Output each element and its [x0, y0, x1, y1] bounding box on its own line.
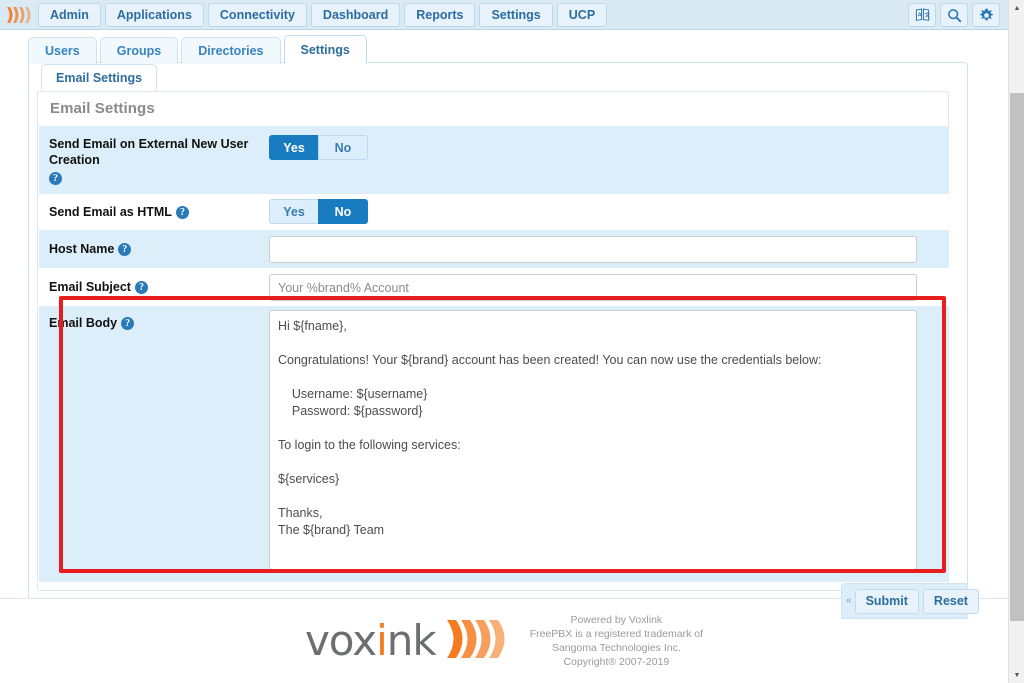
nav-item-ucp[interactable]: UCP — [556, 2, 608, 27]
help-circle-icon[interactable]: ? — [134, 281, 148, 294]
form-row-email-subject: Email Subject? — [39, 268, 949, 306]
form-row-send-email-html: Send Email as HTML? Yes No — [39, 194, 949, 230]
app-screen: Admin Applications Connectivity Dashboar… — [0, 0, 1024, 683]
email-settings-form: Send Email on External New User Creation… — [39, 126, 949, 582]
footer-logo-suffix: nk — [386, 616, 437, 665]
footer-credits: Powered by Voxlink FreePBX is a register… — [530, 613, 703, 669]
help-circle-icon[interactable]: ? — [118, 243, 132, 256]
page-body: Users Groups Directories Settings Email … — [0, 31, 1008, 619]
tab-settings[interactable]: Settings — [283, 35, 367, 64]
footer-logo-prefix: vox — [304, 616, 377, 665]
nav-item-applications[interactable]: Applications — [104, 2, 204, 27]
email-body-textarea[interactable]: Hi ${fname}, Congratulations! Your ${bra… — [269, 310, 917, 570]
form-label-text: Email Body — [49, 316, 118, 330]
nav-item-label: Connectivity — [219, 7, 295, 22]
form-row-email-body: Email Body? Hi ${fname}, Congratulations… — [39, 306, 949, 582]
form-label-text: Email Subject — [49, 280, 131, 294]
svg-text:文: 文 — [924, 11, 930, 19]
email-settings-panel: Email Settings Send Email on External Ne… — [37, 91, 949, 591]
scroll-down-arrow-icon[interactable]: ▼ — [1009, 667, 1024, 683]
secondary-tabs: Email Settings — [41, 64, 158, 91]
gear-icon[interactable] — [972, 3, 1000, 27]
host-name-input[interactable] — [269, 236, 917, 263]
form-control: Yes No — [269, 194, 949, 229]
form-control — [269, 230, 949, 268]
toggle-option-no[interactable]: No — [318, 199, 368, 224]
form-label-text: Send Email as HTML — [49, 205, 172, 219]
toggle-send-email-html: Yes No — [269, 199, 368, 224]
voxlink-waves-icon — [444, 617, 508, 666]
footer-logo-accent: i — [376, 616, 388, 665]
nav-item-label: Admin — [50, 7, 89, 22]
help-circle-icon[interactable]: ? — [49, 172, 62, 185]
tab-label: Settings — [300, 43, 350, 57]
voxlink-waves-icon[interactable] — [4, 2, 34, 28]
vertical-scrollbar[interactable]: ▲ ▼ — [1008, 0, 1024, 683]
nav-item-settings[interactable]: Settings — [479, 2, 553, 27]
tab-users[interactable]: Users — [28, 37, 97, 64]
submit-button[interactable]: Submit — [854, 588, 919, 614]
tab-label: Email Settings — [56, 70, 143, 85]
nav-item-label: Reports — [416, 7, 464, 22]
form-label: Email Body? — [39, 306, 269, 337]
form-label: Host Name? — [39, 230, 269, 263]
footer-logo-wordmark: voxink — [305, 620, 437, 662]
toggle-option-no[interactable]: No — [318, 135, 368, 160]
footer-credit-line: Powered by Voxlink — [570, 614, 663, 626]
toggle-label: Yes — [283, 140, 305, 155]
form-control — [269, 268, 949, 306]
language-translate-icon[interactable]: A 文 — [908, 3, 936, 27]
email-subject-input[interactable] — [269, 274, 917, 301]
nav-item-reports[interactable]: Reports — [404, 2, 476, 27]
primary-tabs: Users Groups Directories Settings — [28, 34, 370, 64]
submit-button-label: Submit — [865, 594, 908, 608]
tab-label: Directories — [198, 44, 264, 58]
form-label-text: Send Email on External New User Creation — [49, 137, 249, 167]
footer-credit-line: Copyright® 2007-2019 — [563, 656, 670, 668]
toggle-label: No — [334, 204, 352, 219]
nav-item-label: UCP — [568, 7, 596, 22]
collapse-caret-icon[interactable]: « — [842, 596, 855, 606]
help-circle-icon[interactable]: ? — [121, 317, 135, 330]
help-circle-icon[interactable]: ? — [175, 206, 189, 219]
nav-item-connectivity[interactable]: Connectivity — [207, 2, 307, 27]
navbar-items: Admin Applications Connectivity Dashboar… — [38, 2, 608, 27]
nav-item-dashboard[interactable]: Dashboard — [310, 2, 401, 27]
footer-credit-line: FreePBX is a registered trademark of — [529, 628, 704, 640]
navbar-right-icons: A 文 — [908, 3, 1000, 27]
toggle-option-yes[interactable]: Yes — [269, 135, 319, 160]
form-label: Email Subject? — [39, 268, 269, 301]
tab-label: Users — [45, 44, 80, 58]
tab-label: Groups — [116, 44, 162, 58]
tab-groups[interactable]: Groups — [99, 37, 179, 64]
form-label: Send Email as HTML? — [39, 194, 269, 226]
toggle-label: Yes — [283, 204, 305, 219]
toggle-label: No — [334, 140, 352, 155]
scroll-up-arrow-icon[interactable]: ▲ — [1009, 0, 1024, 16]
toggle-send-email-external: Yes No — [269, 135, 368, 160]
page-title: Email Settings — [50, 100, 155, 117]
form-control: Hi ${fname}, Congratulations! Your ${bra… — [269, 306, 949, 575]
footer-logo: voxink — [305, 617, 508, 666]
footer-credit-line: Sangoma Technologies Inc. — [551, 642, 681, 654]
reset-button[interactable]: Reset — [922, 588, 979, 614]
form-control: Yes No — [269, 126, 949, 165]
form-row-host-name: Host Name? — [39, 230, 949, 268]
form-label: Send Email on External New User Creation… — [39, 126, 269, 191]
top-navbar: Admin Applications Connectivity Dashboar… — [0, 0, 1008, 30]
scrollbar-thumb[interactable] — [1010, 93, 1024, 621]
reset-button-label: Reset — [933, 594, 968, 608]
form-action-bar: « Submit Reset — [841, 583, 979, 619]
toggle-option-yes[interactable]: Yes — [269, 199, 319, 224]
form-row-send-email-external: Send Email on External New User Creation… — [39, 126, 949, 194]
nav-item-label: Settings — [491, 7, 541, 22]
svg-text:A: A — [917, 12, 921, 18]
form-label-text: Host Name — [49, 242, 115, 256]
search-icon[interactable] — [940, 3, 968, 27]
nav-item-label: Applications — [116, 7, 192, 22]
nav-item-admin[interactable]: Admin — [38, 2, 101, 27]
tab-directories[interactable]: Directories — [181, 37, 281, 64]
nav-item-label: Dashboard — [322, 7, 389, 22]
tab-email-settings[interactable]: Email Settings — [41, 64, 158, 91]
